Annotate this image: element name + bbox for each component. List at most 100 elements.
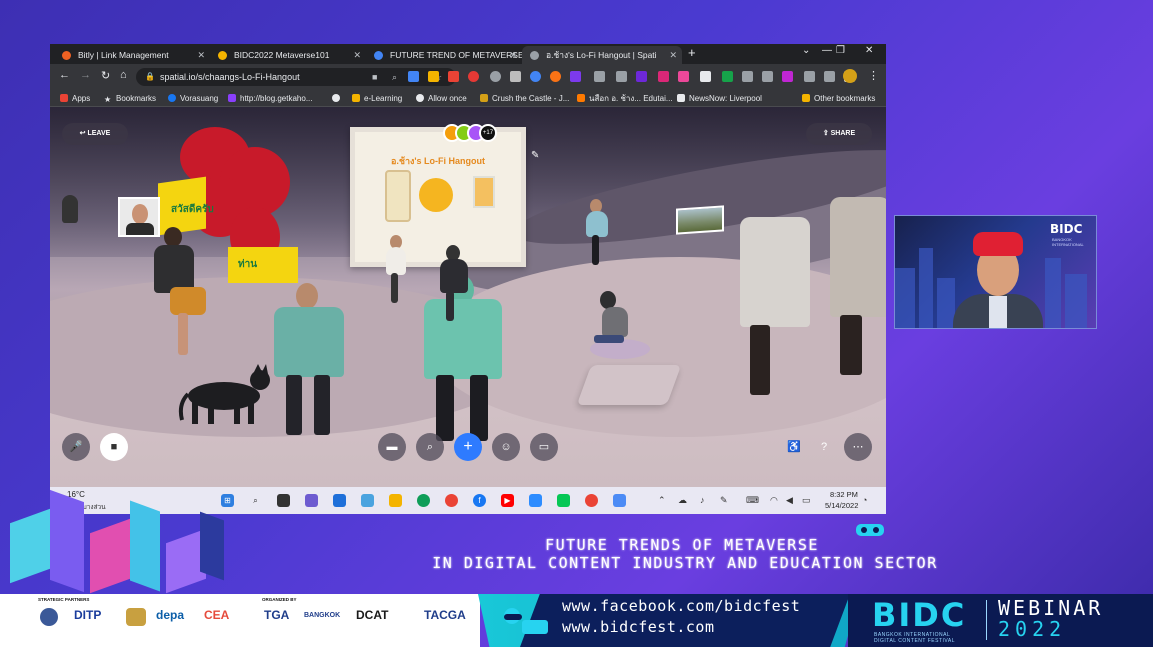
- emoji-react-icon[interactable]: ☺: [492, 433, 520, 461]
- extension-icon[interactable]: [636, 71, 647, 82]
- search-icon[interactable]: ⌕: [249, 494, 262, 507]
- chrome-icon[interactable]: [445, 494, 458, 507]
- line-icon[interactable]: [557, 494, 570, 507]
- bookmark-allow-once[interactable]: Allow once: [416, 92, 467, 105]
- file-explorer-icon[interactable]: [389, 494, 402, 507]
- close-icon[interactable]: ✕: [353, 46, 361, 64]
- add-button[interactable]: +: [454, 433, 482, 461]
- facebook-link[interactable]: www.facebook.com/bidcfest: [562, 597, 800, 615]
- home-icon[interactable]: ⌂: [120, 69, 127, 81]
- search-icon[interactable]: ⌕: [416, 433, 444, 461]
- vr-person-icon: [504, 608, 548, 634]
- bookmark-elearning[interactable]: e-Learning: [352, 92, 402, 105]
- profile-avatar[interactable]: [843, 69, 857, 83]
- reload-icon[interactable]: ↻: [101, 69, 110, 82]
- tab-spatial-hangout[interactable]: อ.ช้าง's Lo-Fi Hangout | Spati ✕: [522, 46, 682, 64]
- extension-icon[interactable]: [530, 71, 541, 82]
- bookmark-other[interactable]: Other bookmarks: [802, 92, 875, 105]
- camera-off-icon[interactable]: ■: [100, 433, 128, 461]
- extension-icon[interactable]: [762, 71, 773, 82]
- bookmark-newsnow[interactable]: NewsNow: Liverpool: [677, 92, 762, 105]
- tab-future-trend[interactable]: FUTURE TREND OF METAVERSE I ✕: [366, 46, 522, 64]
- spatial-3d-scene[interactable]: อ.ช้าง's Lo-Fi Hangout +17 ✎ สวัสดีครับ …: [50, 107, 886, 487]
- battery-icon[interactable]: ▭: [802, 495, 811, 506]
- speaker-icon[interactable]: ◀: [786, 495, 793, 506]
- language-icon[interactable]: ⌨: [746, 495, 759, 506]
- menu-kebab-icon[interactable]: ⋮: [868, 69, 879, 82]
- close-icon[interactable]: ✕: [669, 46, 677, 64]
- lock-icon: 🔒: [145, 72, 155, 81]
- extension-icon[interactable]: [550, 71, 561, 82]
- notepad-icon[interactable]: [361, 494, 374, 507]
- tab-bidc2022[interactable]: BIDC2022 Metaverse101 ✕: [210, 46, 366, 64]
- extension-icon[interactable]: [678, 71, 689, 82]
- task-view-icon[interactable]: [277, 494, 290, 507]
- extension-icon[interactable]: [782, 71, 793, 82]
- chrome-profile-icon[interactable]: [585, 494, 598, 507]
- extension-icon[interactable]: [742, 71, 753, 82]
- accessibility-icon[interactable]: ♿: [780, 433, 808, 461]
- extension-icon[interactable]: [408, 71, 419, 82]
- close-icon[interactable]: ✕: [509, 46, 517, 64]
- tray-chevron-icon[interactable]: ⌃: [658, 495, 666, 506]
- content-folder-icon[interactable]: ▬: [378, 433, 406, 461]
- bidc-subtitle-2: DIGITAL CONTENT FESTIVAL: [874, 638, 955, 644]
- extension-icon[interactable]: [510, 71, 521, 82]
- youtube-icon[interactable]: ▶: [501, 494, 514, 507]
- zoom-icon[interactable]: ⌕: [392, 68, 397, 86]
- bookmark-globe[interactable]: [332, 92, 344, 105]
- notification-icon[interactable]: ◔: [862, 495, 867, 505]
- forward-icon[interactable]: →: [80, 69, 91, 81]
- restore-icon[interactable]: ❐: [836, 45, 845, 56]
- facebook-icon[interactable]: f: [473, 494, 486, 507]
- pen-icon[interactable]: ✎: [720, 495, 728, 506]
- extension-icon[interactable]: [616, 71, 627, 82]
- bookmark-edutainment[interactable]: นสือก อ. ช้าง... Edutai...: [577, 92, 673, 105]
- extension-icon[interactable]: [722, 71, 733, 82]
- cloud-icon[interactable]: ☁: [678, 495, 687, 506]
- bookmark-apps[interactable]: Apps: [60, 92, 90, 105]
- extension-icon[interactable]: [700, 71, 711, 82]
- zoom-icon[interactable]: [529, 494, 542, 507]
- close-icon[interactable]: ✕: [197, 46, 205, 64]
- help-icon[interactable]: ?: [810, 433, 838, 461]
- reading-list-icon[interactable]: [824, 71, 835, 82]
- blogger-icon: [577, 94, 585, 102]
- minimize-icon[interactable]: —: [822, 45, 832, 56]
- clock-time[interactable]: 8:32 PM: [830, 490, 858, 499]
- bookmark-bookmarks[interactable]: ★ Bookmarks: [104, 92, 156, 105]
- clock-date[interactable]: 5/14/2022: [825, 501, 858, 510]
- window-close-icon[interactable]: ✕: [865, 45, 873, 56]
- bookmark-blog-getkaho[interactable]: http://blog.getkaho...: [228, 92, 313, 105]
- puzzle-extensions-icon[interactable]: [804, 71, 815, 82]
- more-options-icon[interactable]: ⋯: [844, 433, 872, 461]
- tab-bitly[interactable]: Bitly | Link Management ✕: [54, 46, 210, 64]
- microphone-icon[interactable]: ♪: [700, 495, 705, 505]
- window-chevron-icon[interactable]: ⌄: [802, 45, 810, 56]
- bookmark-crush-castle[interactable]: Crush the Castle - J...: [480, 92, 569, 105]
- edit-pencil-icon[interactable]: ✎: [531, 150, 539, 161]
- new-tab-icon[interactable]: +: [688, 45, 696, 60]
- screen-share-icon[interactable]: ▭: [530, 433, 558, 461]
- extension-icon[interactable]: [468, 71, 479, 82]
- camera-icon[interactable]: ■: [372, 68, 377, 86]
- presentation-screen[interactable]: อ.ช้าง's Lo-Fi Hangout: [350, 127, 526, 267]
- leave-button[interactable]: ↩ LEAVE: [62, 123, 128, 145]
- mute-mic-icon[interactable]: 🎤: [62, 433, 90, 461]
- edge-icon[interactable]: [417, 494, 430, 507]
- website-link[interactable]: www.bidcfest.com: [562, 618, 715, 636]
- participant-count[interactable]: +17: [479, 124, 497, 142]
- extension-icon[interactable]: [570, 71, 581, 82]
- extension-icon[interactable]: [490, 71, 501, 82]
- extension-icon[interactable]: [428, 71, 439, 82]
- extension-icon[interactable]: [448, 71, 459, 82]
- back-icon[interactable]: ←: [59, 69, 70, 81]
- wifi-icon[interactable]: ◠: [770, 495, 778, 506]
- extension-icon[interactable]: [594, 71, 605, 82]
- teams-chat-icon[interactable]: [305, 494, 318, 507]
- share-button[interactable]: ⇪ SHARE: [806, 123, 872, 145]
- bookmark-vorasuang[interactable]: Vorasuang: [168, 92, 218, 105]
- settings-icon[interactable]: [333, 494, 346, 507]
- extension-icon[interactable]: [658, 71, 669, 82]
- photos-icon[interactable]: [613, 494, 626, 507]
